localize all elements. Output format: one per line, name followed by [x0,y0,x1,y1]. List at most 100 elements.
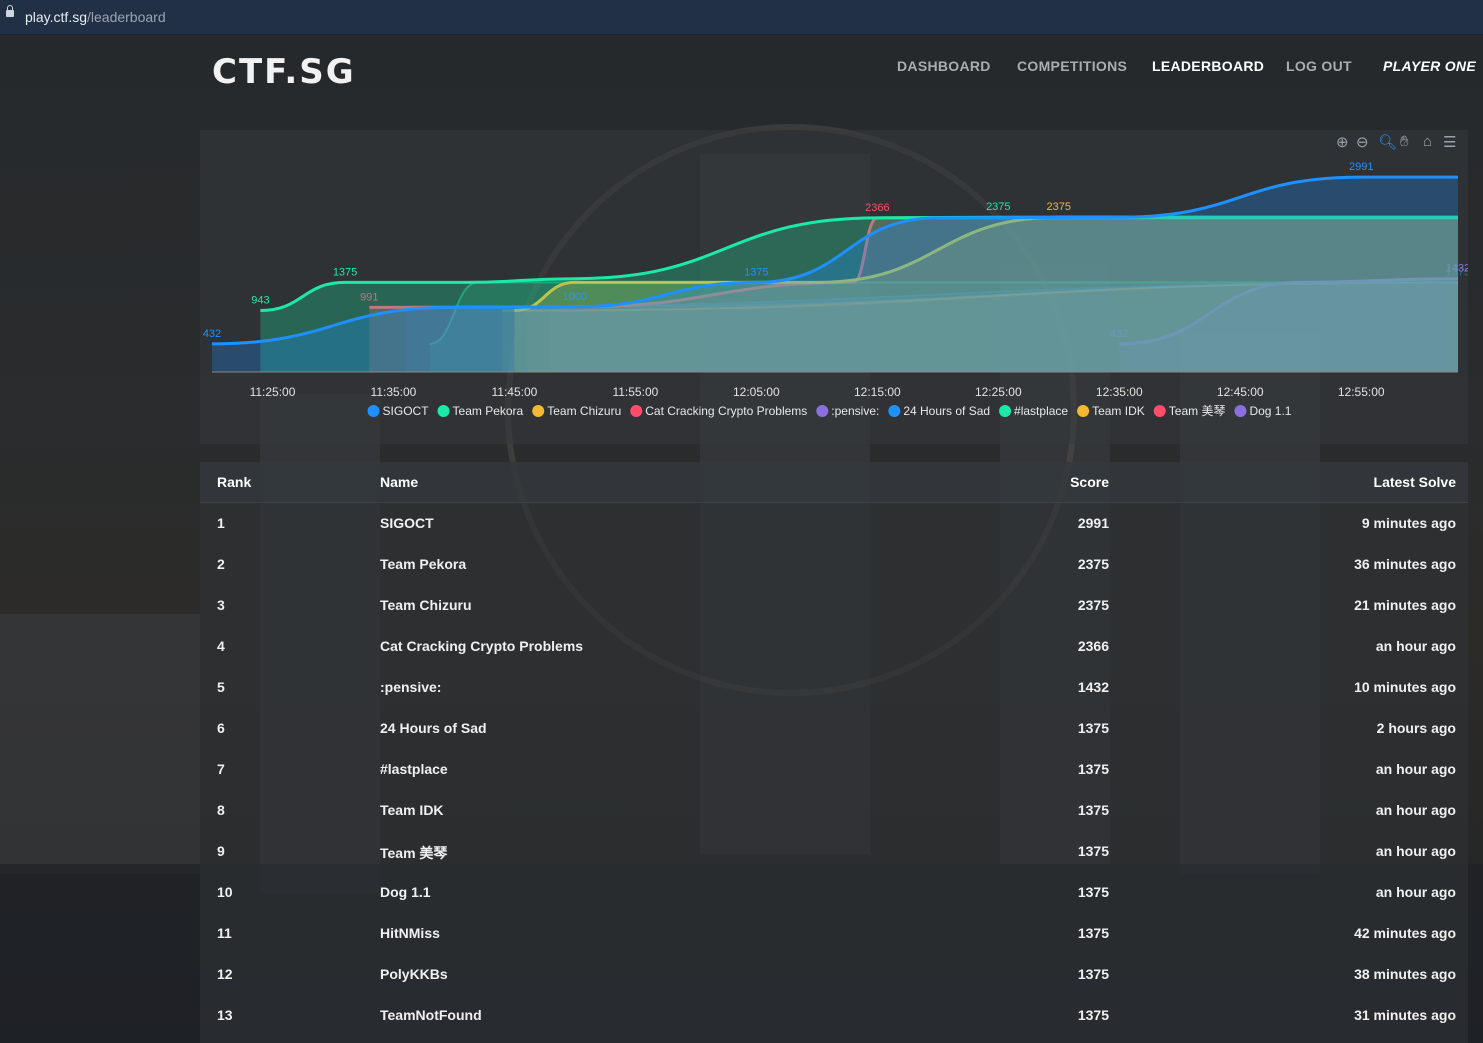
legend-marker [816,405,829,417]
table-row[interactable]: 6 24 Hours of Sad 1375 2 hours ago [200,708,1468,749]
table-row[interactable]: 11 HitNMiss 1375 42 minutes ago [200,913,1468,954]
legend-marker [367,405,380,417]
legend-marker [1234,405,1247,417]
row-score: 1375 [1077,925,1109,941]
x-tick-label: 12:55:00 [1338,385,1385,399]
data-label: 2375 [1047,201,1071,213]
row-team-name[interactable]: PolyKKBs [380,966,448,982]
table-row[interactable]: 12 PolyKKBs 1375 38 minutes ago [200,954,1468,995]
x-tick-label: 11:55:00 [612,385,658,399]
x-tick-label: 12:05:00 [733,385,780,399]
legend-marker [437,405,450,417]
nav-leaderboard[interactable]: LEADERBOARD [1152,58,1264,74]
legend-marker [532,405,545,417]
nav-logout[interactable]: LOG OUT [1286,58,1352,74]
table-row[interactable]: 13 TeamNotFound 1375 31 minutes ago [200,995,1468,1036]
header-score[interactable]: Score [1000,474,1109,490]
legend-item[interactable]: #lastplace [1014,404,1068,418]
table-row[interactable]: 3 Team Chizuru 2375 21 minutes ago [200,585,1468,626]
score-chart-panel: 1375 432 1432 991 1000 2366 2375 943 1375 2375 432… [200,130,1468,444]
legend-marker [999,405,1012,417]
legend-item[interactable]: Team 美琴 [1169,404,1226,418]
zoom-out-icon[interactable]: ⊖ [1356,133,1369,151]
row-team-name[interactable]: Team Chizuru [380,597,472,613]
zoom-in-icon[interactable]: ⊕ [1336,133,1349,151]
row-score: 2375 [1077,597,1109,613]
row-rank: 1 [217,515,225,531]
row-score: 1375 [1077,966,1109,982]
row-rank: 11 [217,925,232,941]
table-row[interactable]: 10 Dog 1.1 1375 an hour ago [200,872,1468,913]
pan-hand-icon[interactable]: ✋︎ [1400,133,1409,150]
table-row[interactable]: 7 #lastplace 1375 an hour ago [200,749,1468,790]
reset-home-icon[interactable]: ⌂ [1423,133,1432,150]
row-team-name[interactable]: HitNMiss [380,925,440,941]
selection-zoom-icon[interactable]: 🔍︎ [1378,133,1397,151]
row-team-name[interactable]: TeamNotFound [380,1007,482,1023]
row-score: 2991 [1077,515,1109,531]
data-label: 1000 [563,291,587,303]
row-team-name[interactable]: SIGOCT [380,515,434,531]
legend-item[interactable]: :pensive: [831,404,879,418]
x-tick-label: 11:35:00 [371,385,417,399]
lock-icon [6,5,14,17]
row-rank: 4 [217,638,225,654]
table-row[interactable]: 8 Team IDK 1375 an hour ago [200,790,1468,831]
header-name[interactable]: Name [380,474,418,490]
table-row[interactable]: 2 Team Pekora 2375 36 minutes ago [200,544,1468,585]
legend-item[interactable]: Cat Cracking Crypto Problems [645,404,807,418]
row-rank: 7 [217,761,225,777]
legend-marker [1077,405,1090,417]
header-latest-solve[interactable]: Latest Solve [1256,474,1456,490]
row-latest-solve: an hour ago [1375,884,1456,900]
nav-competitions[interactable]: COMPETITIONS [1017,58,1127,74]
data-label: 2991 [1349,161,1373,173]
legend-marker [630,405,643,417]
row-score: 2375 [1077,556,1109,572]
leaderboard-table: Rank Name Score Latest Solve 1 SIGOCT 2991… [200,462,1468,1043]
nav-player-profile[interactable]: PLAYER ONE [1383,58,1476,74]
browser-address-bar[interactable]: play.ctf.sg/leaderboard [0,0,1483,35]
row-team-name[interactable]: Dog 1.1 [380,884,431,900]
row-score: 1375 [1077,761,1109,777]
legend-item[interactable]: Dog 1.1 [1249,404,1291,418]
row-latest-solve: an hour ago [1375,638,1456,654]
x-tick-label: 11:45:00 [492,385,538,399]
header-rank[interactable]: Rank [217,474,251,490]
menu-icon[interactable]: ☰ [1443,133,1456,151]
nav-dashboard[interactable]: DASHBOARD [897,58,991,74]
table-row[interactable]: 9 Team 美琴 1375 an hour ago [200,831,1468,872]
row-latest-solve: 36 minutes ago [1354,556,1456,572]
row-team-name[interactable]: Team 美琴 [380,843,447,863]
row-latest-solve: an hour ago [1375,843,1456,859]
data-label: 432 [203,328,221,340]
row-team-name[interactable]: Cat Cracking Crypto Problems [380,638,583,654]
data-label: 1375 [333,266,357,278]
row-rank: 10 [217,884,233,900]
score-chart: 13754321432991 10002366 237594313752375432… [203,161,1468,418]
row-score: 1432 [1077,679,1109,695]
row-latest-solve: 42 minutes ago [1354,925,1456,941]
row-latest-solve: an hour ago [1375,802,1456,818]
series-area [212,177,1458,372]
x-tick-label: 12:25:00 [975,385,1022,399]
legend-item[interactable]: Team Pekora [453,404,524,418]
site-logo[interactable]: CTF.SG [212,52,356,92]
row-score: 1375 [1077,1007,1109,1023]
row-team-name[interactable]: :pensive: [380,679,441,695]
row-team-name[interactable]: Team IDK [380,802,444,818]
legend-item[interactable]: Team Chizuru [547,404,621,418]
table-row[interactable]: 4 Cat Cracking Crypto Problems 2366 an hour… [200,626,1468,667]
legend-item[interactable]: SIGOCT [383,404,430,418]
row-team-name[interactable]: #lastplace [380,761,448,777]
row-rank: 5 [217,679,225,695]
row-score: 1375 [1077,884,1109,900]
table-row[interactable]: 1 SIGOCT 2991 9 minutes ago [200,503,1468,544]
row-team-name[interactable]: 24 Hours of Sad [380,720,487,736]
url-text[interactable]: play.ctf.sg/leaderboard [25,9,166,25]
legend-item[interactable]: 24 Hours of Sad [903,404,990,418]
legend-item[interactable]: Team IDK [1092,404,1145,418]
row-team-name[interactable]: Team Pekora [380,556,466,572]
row-latest-solve: 31 minutes ago [1354,1007,1456,1023]
table-row[interactable]: 5:pensive: 1432 10 minutes ago [200,667,1468,708]
